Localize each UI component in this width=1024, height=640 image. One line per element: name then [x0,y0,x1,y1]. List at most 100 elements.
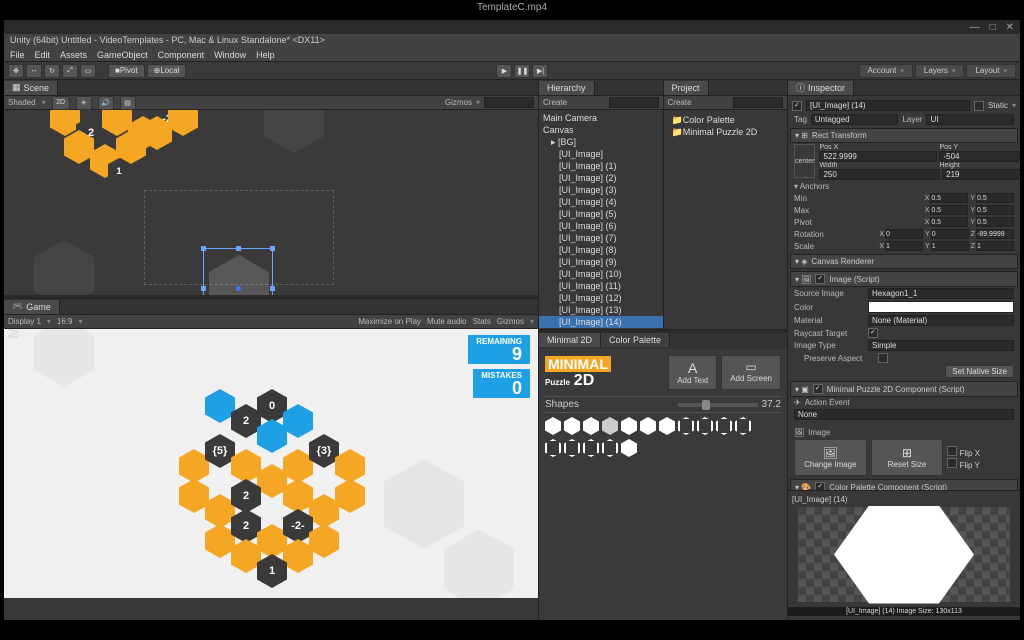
menu-label[interactable]: MENU [6,329,24,339]
pivot-toggle[interactable]: ■ Pivot [108,64,145,78]
width-field[interactable] [819,169,940,180]
scene-view[interactable]: 2 -2- 1 [4,110,538,295]
light-icon[interactable]: ☀ [76,96,92,110]
hierarchy-item[interactable]: [UI_Image] (7) [539,232,663,244]
posx-field[interactable] [819,151,937,162]
scale-tool[interactable]: ⤢ [62,64,78,78]
anchor-preset[interactable]: center [794,144,815,178]
minimize-button[interactable]: — [970,22,980,33]
rot-x[interactable] [885,229,923,239]
hierarchy-item[interactable]: [UI_Image] (12) [539,292,663,304]
anchor-maxy[interactable] [976,205,1014,215]
height-field[interactable] [942,169,1020,180]
change-image-button[interactable]: 🖼Change Image [794,439,867,476]
hierarchy-item[interactable]: [UI_Image] (4) [539,196,663,208]
gizmos-toggle[interactable]: Gizmos [497,317,524,326]
flipx-checkbox[interactable] [947,446,957,456]
menu-component[interactable]: Component [158,50,205,60]
source-image-field[interactable]: Hexagon1_1 [868,288,1014,299]
image-component-header[interactable]: ▾ 🖼 Image (Script) [790,271,1018,287]
tab-inspector[interactable]: ⓘInspector [788,81,854,95]
hex-shape[interactable] [621,439,637,457]
hierarchy-item[interactable]: ▸ [UI_Text] Menu [539,328,663,329]
hex-shape[interactable] [659,417,675,435]
rot-z[interactable] [976,229,1014,239]
image-type-dropdown[interactable]: Simple [868,340,1014,351]
hierarchy-item[interactable]: [UI_Image] [539,148,663,160]
maximize-toggle[interactable]: Maximize on Play [358,317,421,326]
action-event-dropdown[interactable]: None [794,409,1014,420]
hex-shape[interactable] [602,417,618,435]
folder-icon[interactable]: 📁 Minimal Puzzle 2D [670,126,782,138]
hex-shape[interactable] [678,417,694,435]
fx-icon[interactable]: ▤ [120,96,136,110]
hierarchy-item[interactable]: [UI_Image] (3) [539,184,663,196]
hierarchy-item[interactable]: [UI_Image] (5) [539,208,663,220]
add-text-button[interactable]: AAdd Text [668,355,717,390]
material-field[interactable]: None (Material) [868,315,1014,326]
hierarchy-item[interactable]: [UI_Image] (13) [539,304,663,316]
hex-shape[interactable] [583,417,599,435]
maximize-button[interactable]: □ [990,22,996,33]
tab-scene[interactable]: ▦Scene [4,81,58,95]
audio-icon[interactable]: 🔊 [98,96,114,110]
pivot-y[interactable] [976,217,1014,227]
step-button[interactable]: ▶| [532,64,548,78]
anchor-miny[interactable] [976,193,1014,203]
hex-shape[interactable] [602,439,618,457]
hierarchy-search[interactable] [609,97,659,108]
mute-toggle[interactable]: Mute audio [427,317,467,326]
layer-dropdown[interactable]: UI [926,114,1014,125]
hierarchy-item[interactable]: Main Camera [539,112,663,124]
selection-box[interactable] [203,248,273,295]
hierarchy-item[interactable]: [UI_Image] (9) [539,256,663,268]
layout-dropdown[interactable]: Layout [966,64,1016,78]
local-toggle[interactable]: ⊕ Local [147,64,187,78]
scene-search[interactable] [484,97,534,108]
hierarchy-item[interactable]: [UI_Image] (11) [539,280,663,292]
create-dropdown[interactable]: Create [543,98,567,107]
anchor-maxx[interactable] [930,205,968,215]
hex-shape[interactable] [564,439,580,457]
menu-file[interactable]: File [10,50,25,60]
hex-shape[interactable] [735,417,751,435]
gizmos-dropdown[interactable]: Gizmos [445,98,472,107]
2d-toggle[interactable]: 2D [52,96,70,110]
anchor-minx[interactable] [930,193,968,203]
hierarchy-item[interactable]: [UI_Image] (2) [539,172,663,184]
layers-dropdown[interactable]: Layers [915,64,965,78]
min2d-component-header[interactable]: ▾ ▣ Minimal Puzzle 2D Component (Script) [790,381,1018,397]
hand-tool[interactable]: ✥ [8,64,24,78]
reset-size-button[interactable]: ⊞Reset Size [871,439,944,476]
color-field[interactable] [868,301,1014,313]
stats-toggle[interactable]: Stats [473,317,491,326]
close-button[interactable]: ✕ [1006,22,1014,33]
tab-minimal2d[interactable]: Minimal 2D [539,333,601,347]
set-native-size-button[interactable]: Set Native Size [945,365,1014,378]
account-dropdown[interactable]: Account [859,64,913,78]
aspect-dropdown[interactable]: 16:9 [57,317,73,326]
tab-hierarchy[interactable]: Hierarchy [539,81,595,95]
hex-shape[interactable] [564,417,580,435]
move-tool[interactable]: ↔ [26,64,42,78]
palette-component-header[interactable]: ▾ 🎨 Color Palette Component (Script) [790,479,1018,490]
tag-dropdown[interactable]: Untagged [811,114,899,125]
hex-shape[interactable] [583,439,599,457]
preserve-checkbox[interactable] [878,353,888,363]
rect-transform-header[interactable]: ▾ ⊞ Rect Transform [790,128,1018,143]
hierarchy-tree[interactable]: Main CameraCanvas▸ [BG][UI_Image][UI_Ima… [539,110,663,329]
posy-field[interactable] [939,151,1020,162]
hierarchy-item[interactable]: [UI_Image] (1) [539,160,663,172]
folder-icon[interactable]: 📁 Color Palette [670,114,782,126]
pivot-x[interactable] [930,217,968,227]
tab-color-palette[interactable]: Color Palette [601,333,670,347]
scale-z[interactable] [976,241,1014,251]
hex-shape[interactable] [545,417,561,435]
hex-shape[interactable] [621,417,637,435]
menu-gameobject[interactable]: GameObject [97,50,148,60]
raycast-checkbox[interactable] [868,328,878,338]
project-create[interactable]: Create [668,98,692,107]
menu-help[interactable]: Help [256,50,275,60]
hierarchy-item[interactable]: ▸ [BG] [539,136,663,148]
hierarchy-item[interactable]: [UI_Image] (8) [539,244,663,256]
